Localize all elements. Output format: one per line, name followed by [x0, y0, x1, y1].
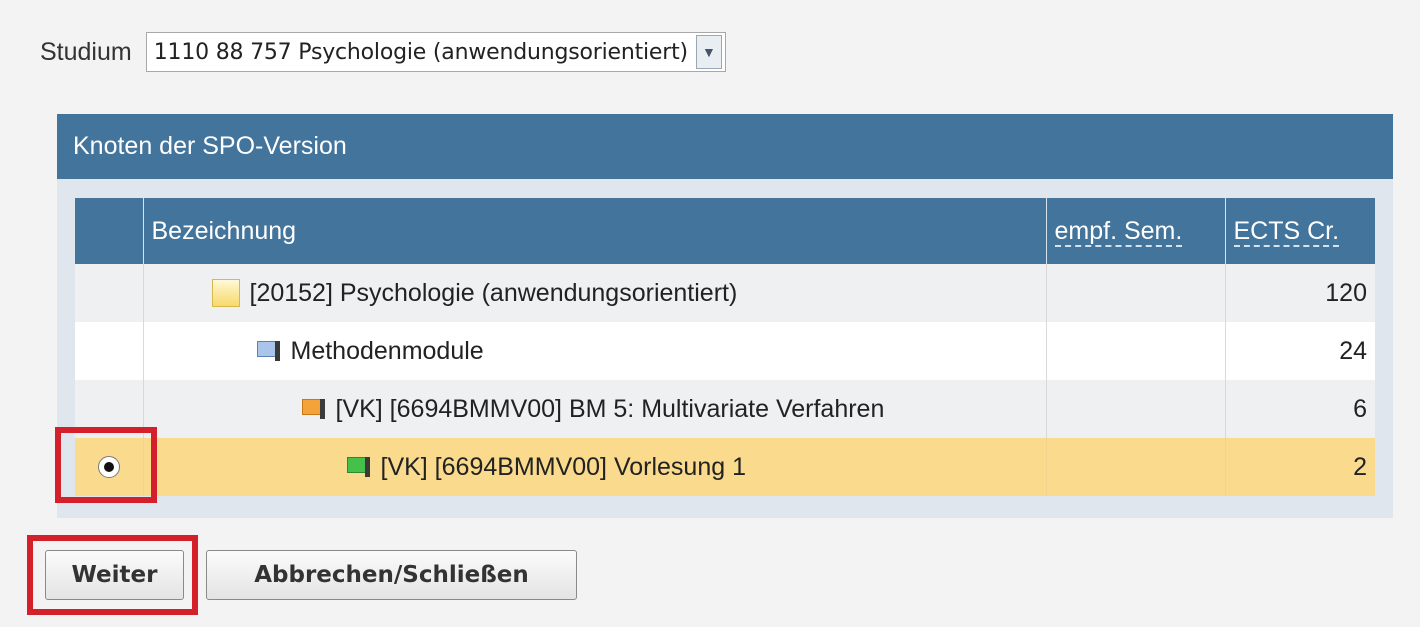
chevron-down-icon[interactable]: ▼: [695, 35, 722, 69]
studium-label: Studium: [40, 37, 132, 66]
row-label: [20152] Psychologie (anwendungsorientier…: [249, 278, 738, 307]
column-header-bezeichnung[interactable]: Bezeichnung: [142, 198, 1046, 264]
row-sem-cell: [1045, 438, 1225, 496]
spo-nodes-panel: Knoten der SPO-Version Bezeichnung empf.…: [57, 114, 1393, 518]
row-select-cell: [75, 264, 143, 322]
weiter-highlight-box: [27, 535, 198, 615]
folder-icon: [211, 279, 240, 307]
table-row[interactable]: [VK] [6694BMMV00] BM 5: Multivariate Ver…: [75, 380, 1375, 438]
table-row[interactable]: Methodenmodule 24: [75, 322, 1375, 380]
row-ects-cell: 6: [1224, 380, 1375, 438]
module-green-icon: [346, 457, 371, 477]
row-sem-cell: [1045, 322, 1225, 380]
table-header-row: Bezeichnung empf. Sem. ECTS Cr.: [75, 198, 1375, 264]
row-sem-cell: [1045, 380, 1225, 438]
row-select-cell: [75, 322, 143, 380]
row-label-cell: Methodenmodule: [142, 322, 1046, 380]
column-header-select: [75, 198, 143, 264]
row-sem-cell: [1045, 264, 1225, 322]
row-label: Methodenmodule: [290, 336, 484, 365]
module-icon: [256, 341, 281, 361]
module-orange-icon: [301, 399, 326, 419]
row-label-cell: [VK] [6694BMMV00] Vorlesung 1: [142, 438, 1046, 496]
cancel-close-button[interactable]: Abbrechen/Schließen: [206, 550, 577, 600]
row-ects-cell: 24: [1224, 322, 1375, 380]
column-header-empf-sem[interactable]: empf. Sem.: [1045, 198, 1225, 264]
studium-select-value: 1110 88 757 Psychologie (anwendungsorien…: [153, 39, 688, 65]
radio-highlight-box: [55, 427, 157, 503]
panel-title: Knoten der SPO-Version: [57, 114, 1393, 179]
table-row[interactable]: [20152] Psychologie (anwendungsorientier…: [75, 264, 1375, 322]
row-ects-cell: 2: [1224, 438, 1375, 496]
column-header-ects[interactable]: ECTS Cr.: [1224, 198, 1375, 264]
studium-select[interactable]: 1110 88 757 Psychologie (anwendungsorien…: [145, 32, 726, 72]
row-label-cell: [20152] Psychologie (anwendungsorientier…: [142, 264, 1046, 322]
row-label: [VK] [6694BMMV00] Vorlesung 1: [380, 452, 747, 481]
row-ects-cell: 120: [1224, 264, 1375, 322]
studium-row: Studium 1110 88 757 Psychologie (anwendu…: [40, 28, 726, 76]
nodes-table: Bezeichnung empf. Sem. ECTS Cr. [20152] …: [75, 198, 1375, 496]
row-label-cell: [VK] [6694BMMV00] BM 5: Multivariate Ver…: [142, 380, 1046, 438]
row-label: [VK] [6694BMMV00] BM 5: Multivariate Ver…: [335, 394, 885, 423]
table-row-selected[interactable]: [VK] [6694BMMV00] Vorlesung 1 2: [75, 438, 1375, 496]
